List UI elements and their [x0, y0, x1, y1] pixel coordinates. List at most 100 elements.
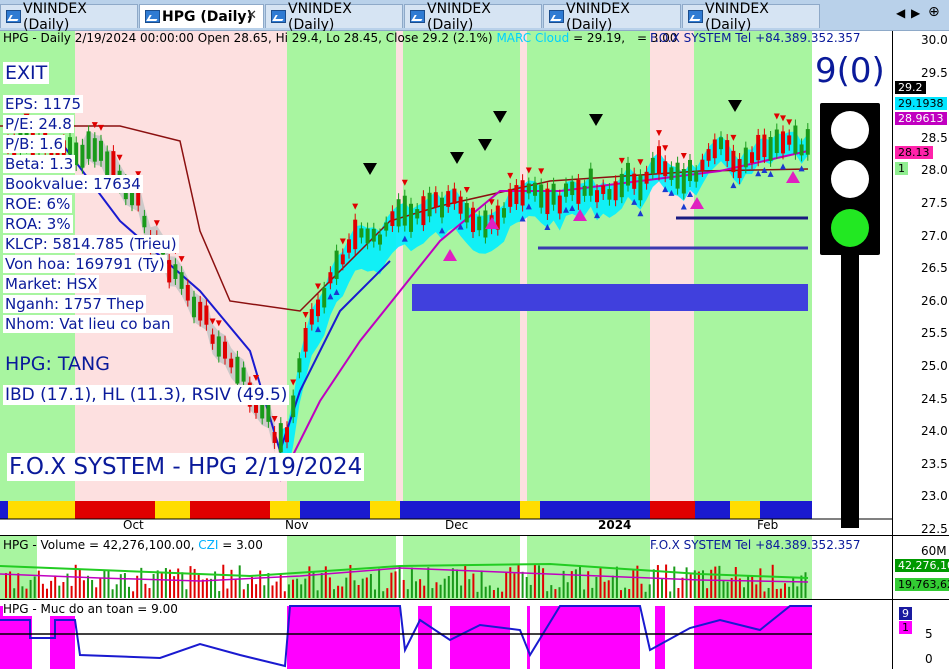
tab-label: HPG (Daily)	[162, 8, 253, 25]
tab-vnindex-4[interactable]: VNINDEX (Daily)	[543, 1, 681, 33]
candle-body	[328, 272, 333, 284]
signal-strip	[650, 501, 695, 519]
price-header-right: F.O.X SYSTEM Tel +84.389.352.357	[650, 31, 861, 45]
candle-body	[427, 192, 432, 217]
candle-body	[595, 190, 599, 203]
safety-band	[287, 606, 400, 669]
candle-body	[588, 168, 593, 196]
stat-item: ROE: 6%	[3, 195, 73, 213]
candle-body	[743, 147, 748, 168]
candle-body	[669, 167, 674, 180]
candle-body	[514, 185, 519, 204]
volume-header: HPG - Volume = 42,276,100.00, CZI = 3.00	[3, 538, 263, 552]
price-y-tick: 24.5	[921, 391, 948, 406]
candle-body	[520, 180, 525, 206]
marc-cloud-label: MARC Cloud	[496, 31, 570, 45]
candle-body	[421, 196, 426, 226]
safety-band	[418, 606, 432, 669]
price-y-axis[interactable]: 30.029.529.028.528.027.527.026.526.025.5…	[892, 31, 949, 536]
candle-body	[216, 336, 221, 357]
candle-body	[526, 183, 531, 194]
candle-body	[756, 134, 761, 161]
stat-item: P/B: 1.6	[3, 135, 66, 153]
candle-body	[285, 427, 289, 443]
light-top-icon	[831, 111, 869, 149]
price-y-tick: 23.5	[921, 456, 948, 471]
candle-body	[452, 188, 457, 204]
signal-strip	[695, 501, 730, 519]
candle-body	[458, 196, 463, 214]
candle-body	[737, 159, 742, 179]
tab-scroll-right-icon[interactable]: ▶	[911, 6, 920, 20]
volume-pane[interactable]: HPG - Volume = 42,276,100.00, CZI = 3.00…	[0, 536, 949, 599]
stat-item: ROA: 3%	[3, 215, 73, 233]
candle-body	[278, 423, 283, 453]
candle-body	[68, 137, 72, 155]
tab-vnindex-2[interactable]: VNINDEX (Daily)	[265, 1, 403, 33]
price-pane[interactable]: HPG - Daily 2/19/2024 00:00:00 Open 28.6…	[0, 31, 949, 536]
tab-scroll-left-icon[interactable]: ◀	[896, 6, 905, 20]
tab-label: VNINDEX (Daily)	[566, 0, 630, 33]
price-y-tick: 27.0	[921, 228, 948, 243]
x-axis-label: 2024	[598, 518, 632, 532]
safety-band	[655, 606, 665, 669]
price-tag: 1	[895, 162, 908, 175]
candle-body	[340, 254, 345, 265]
candle-body	[638, 175, 643, 201]
price-tag: 28.13	[895, 146, 933, 159]
volume-tag: 42,276,10	[895, 559, 949, 572]
candle-body	[92, 138, 97, 162]
chart-icon	[271, 10, 286, 23]
x-axis-label: Oct	[123, 518, 144, 532]
candle-body	[613, 181, 618, 201]
czi-label: CZI	[198, 538, 219, 552]
candle-body	[681, 168, 686, 194]
regime-band	[520, 31, 527, 501]
signal-strip	[300, 501, 370, 519]
volume-y-top: 60M	[921, 544, 947, 558]
safety-header: HPG - Muc do an toan = 9.00	[3, 602, 178, 616]
safety-pane[interactable]: HPG - Muc do an toan = 9.00 9 1 5 0	[0, 600, 949, 669]
candle-body	[564, 183, 568, 197]
candle-body	[142, 215, 147, 228]
candle-body	[204, 305, 209, 325]
stat-item: Nhom: Vat lieu co ban	[3, 315, 173, 333]
volume-header-text: HPG - Volume = 42,276,100.00,	[3, 538, 195, 552]
candle-body	[241, 367, 246, 382]
price-y-tick: 25.5	[921, 326, 948, 341]
candle-body	[433, 192, 438, 208]
tab-label: VNINDEX (Daily)	[23, 0, 87, 33]
tab-hpg[interactable]: HPG (Daily) ✕	[139, 4, 264, 28]
price-tag: 29.1938	[895, 97, 947, 110]
candle-body	[545, 188, 550, 215]
stat-item: Von hoa: 169791 (Ty)	[3, 255, 167, 273]
tab-vnindex-3[interactable]: VNINDEX (Daily)	[404, 1, 542, 33]
candle-body	[167, 259, 172, 283]
price-y-tick: 24.0	[921, 424, 948, 439]
candle-body	[409, 203, 413, 232]
candle-body	[768, 136, 773, 161]
candle-body	[198, 301, 203, 321]
candle-body	[229, 358, 234, 368]
candle-body	[582, 185, 587, 196]
traffic-light	[820, 103, 880, 255]
candle-body	[619, 173, 624, 198]
safety-y-axis[interactable]: 9 1 5 0	[892, 600, 949, 669]
tab-label: VNINDEX (Daily)	[705, 0, 769, 33]
volume-y-axis[interactable]: 60M 42,276,10 19,763,62	[892, 536, 949, 599]
candle-body	[694, 171, 699, 182]
candle-body	[402, 195, 407, 226]
tab-vnindex-5[interactable]: VNINDEX (Daily)	[682, 1, 820, 33]
signal-strip	[370, 501, 400, 519]
candle-body	[371, 228, 376, 242]
close-icon[interactable]: ✕	[246, 8, 257, 23]
signal-strip	[190, 501, 270, 519]
volume-header-right: F.O.X SYSTEM Tel +84.389.352.357	[650, 538, 861, 552]
stat-item: KLCP: 5814.785 (Trieu)	[3, 235, 179, 253]
candle-body	[464, 203, 469, 223]
candle-body	[483, 210, 488, 238]
add-tab-icon[interactable]: ⊕	[928, 4, 940, 20]
candle-body	[508, 188, 513, 207]
marc-cloud-value: = 29.19,	[573, 31, 626, 45]
tab-vnindex-1[interactable]: VNINDEX (Daily)	[0, 1, 138, 33]
